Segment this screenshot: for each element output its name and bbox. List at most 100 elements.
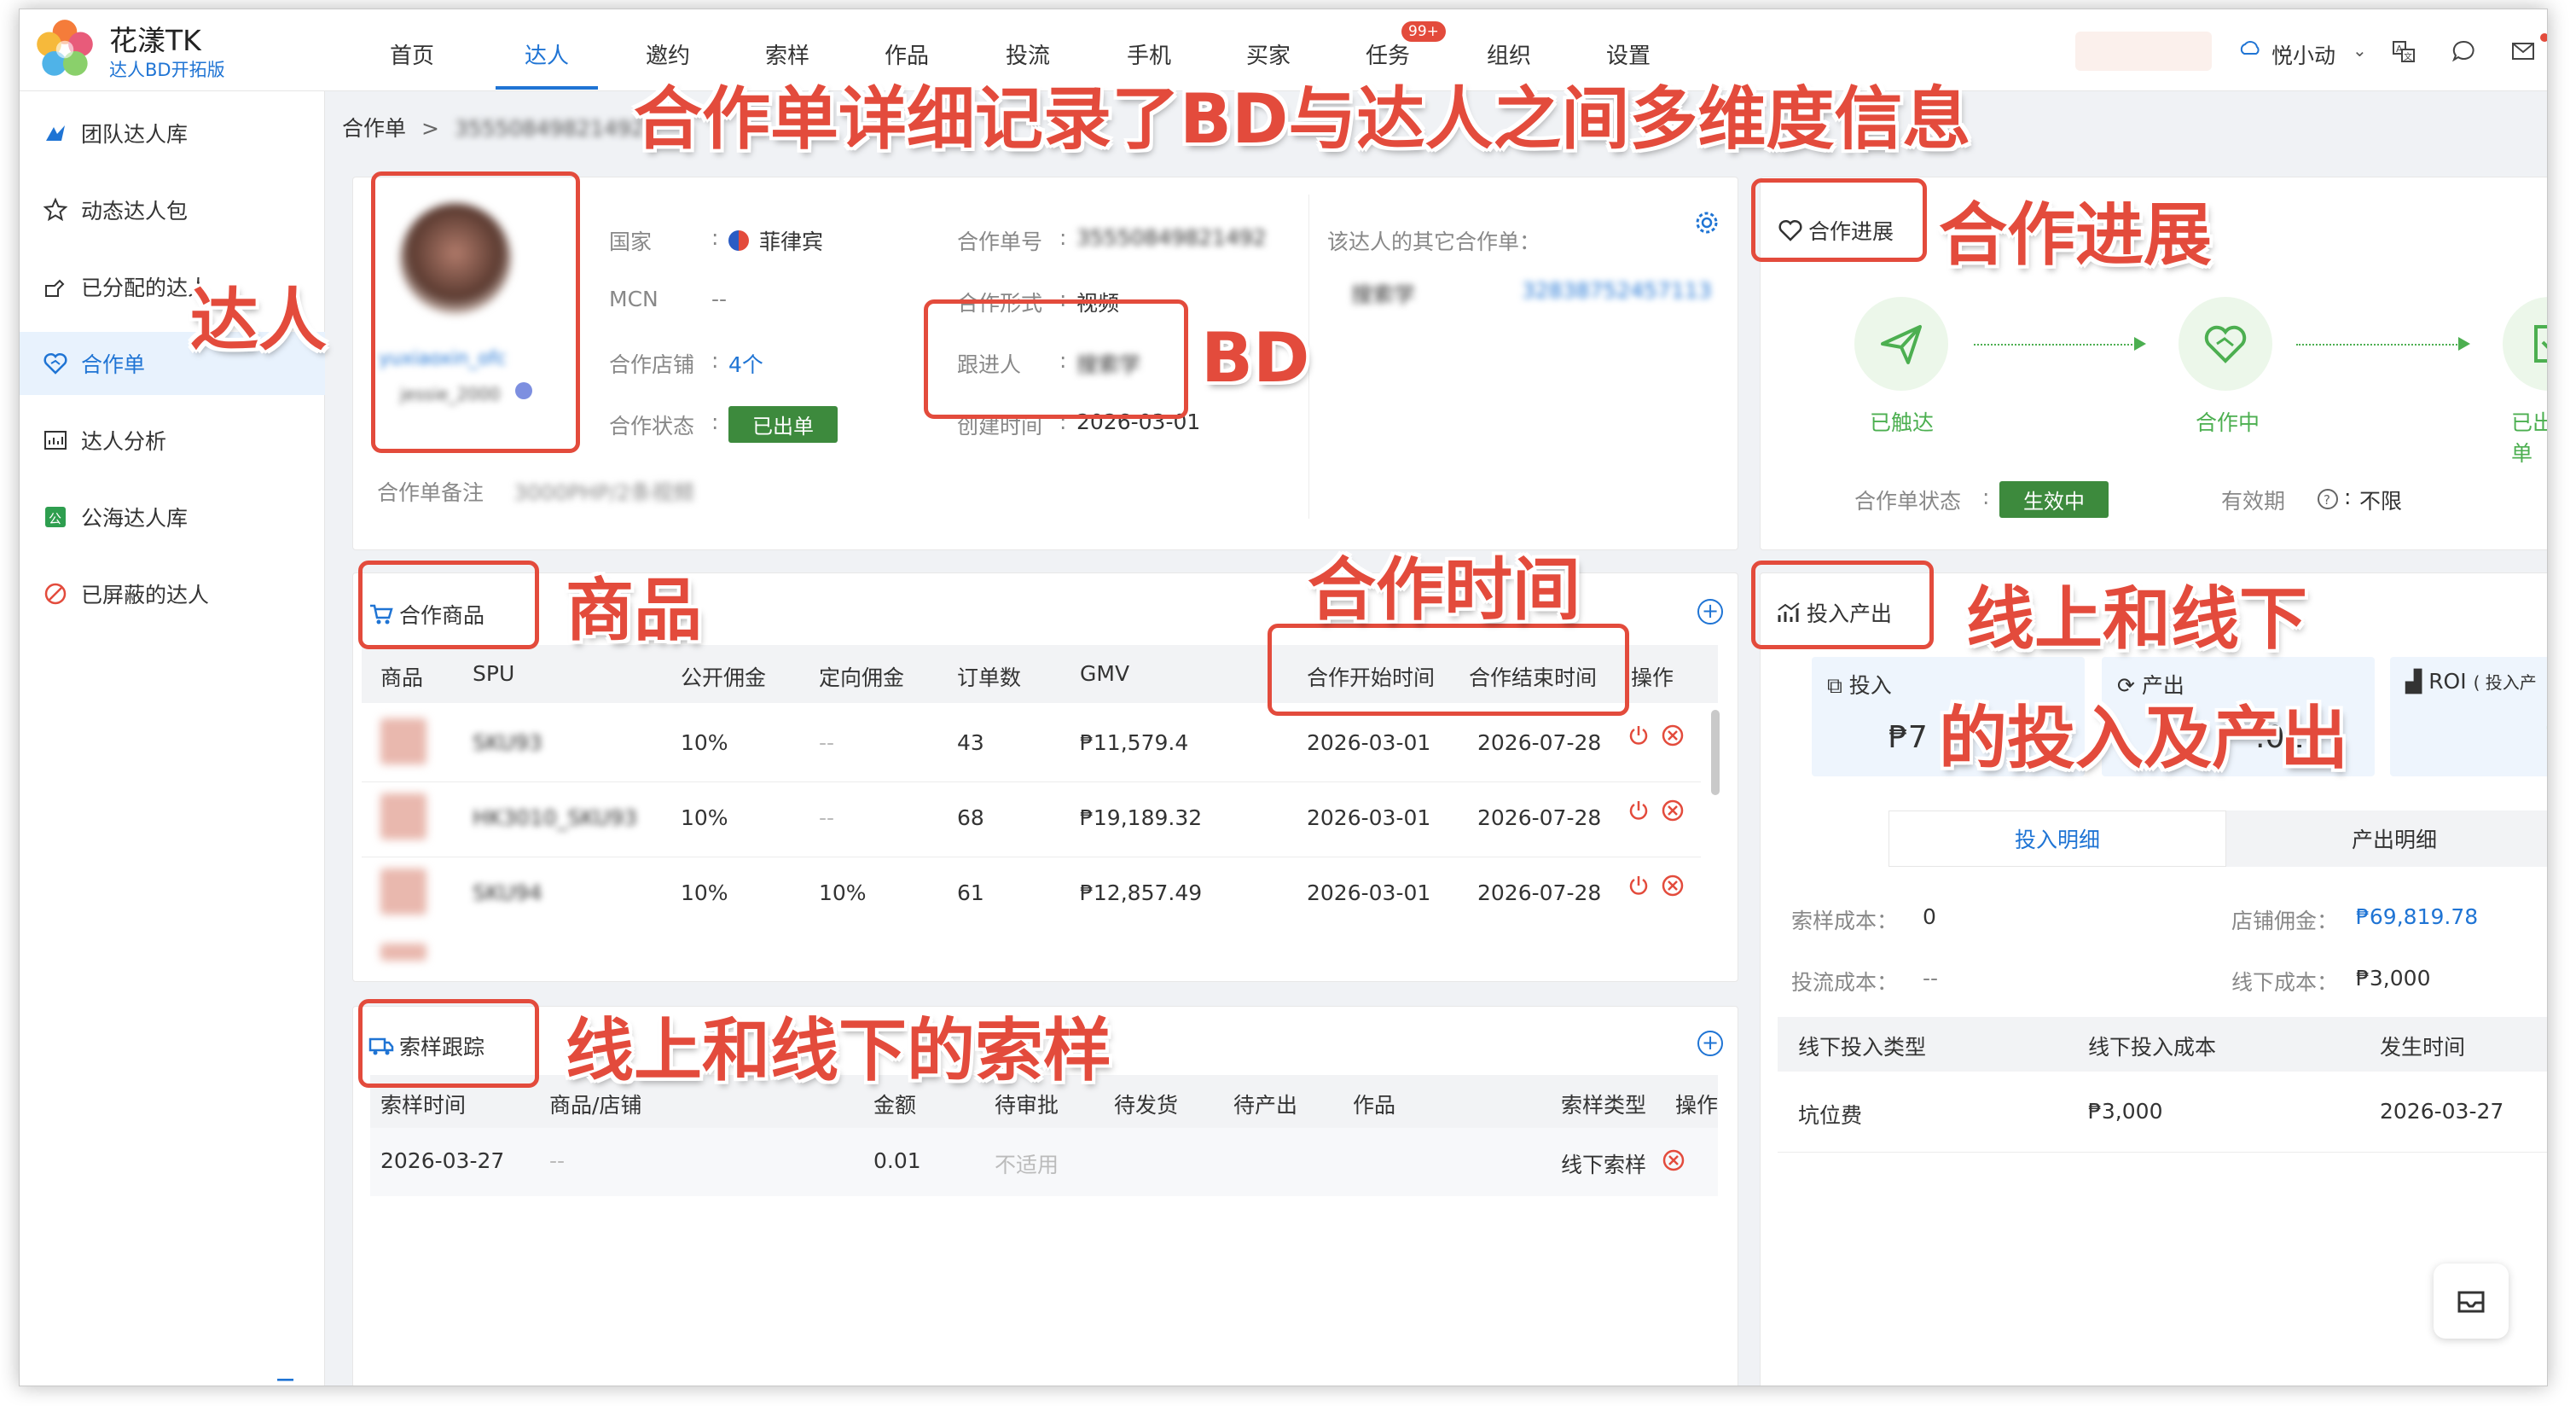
offline-cost-value: ₱3,000: [2356, 966, 2431, 991]
progress-status-label: 合作单状态: [1854, 489, 1962, 514]
shop-commission-value[interactable]: ₱69,819.78: [2356, 904, 2478, 929]
table-cell: 10%: [681, 880, 728, 905]
progress-status-badge: 生效中: [1999, 481, 2109, 518]
translate-icon[interactable]: A 文: [2391, 38, 2416, 64]
table-cell: 2026-03-27: [2380, 1099, 2504, 1124]
table-cell: 2026-03-01: [1307, 730, 1431, 755]
tab-input-detail[interactable]: 投入明细: [1888, 810, 2226, 867]
close-icon[interactable]: [1661, 723, 1685, 747]
order-no-label: 合作单号: [957, 229, 1043, 254]
sidebar-item-public-pool[interactable]: 公 公海达人库: [20, 485, 325, 549]
handshake-icon: [42, 350, 69, 377]
col-header: 索样时间: [380, 1093, 467, 1118]
step-cooperating: [2179, 297, 2272, 391]
sidebar-item-label: 合作单: [81, 352, 146, 377]
sidebar-item-dynamic-packs[interactable]: 动态达人包: [20, 178, 325, 241]
table-cell: SKU93: [473, 730, 542, 755]
user-cloud-icon: [2240, 41, 2260, 55]
sidebar-item-blocked[interactable]: 已屏蔽的达人: [20, 562, 325, 625]
help-icon[interactable]: ?: [2317, 488, 2339, 510]
tab-output-detail[interactable]: 产出明细: [2226, 810, 2547, 867]
col-header: 发生时间: [2380, 1035, 2466, 1060]
col-header: 公开佣金: [681, 665, 767, 690]
arrow-head-icon: [2134, 337, 2146, 351]
sidebar-item-team-creators[interactable]: 团队达人库: [20, 102, 325, 165]
power-icon[interactable]: [1627, 799, 1651, 822]
input-label-text: 投入: [1848, 673, 1892, 698]
product-thumbnail[interactable]: [380, 718, 426, 764]
table-cell: 2026-07-28: [1477, 880, 1602, 905]
orders-link[interactable]: 61: [957, 880, 984, 905]
product-thumbnail[interactable]: [380, 944, 426, 961]
other-order-name: 搜索学: [1351, 282, 1416, 307]
offline-cost-label: 线下成本：: [2231, 970, 2339, 995]
table-cell: 2026-07-28: [1477, 730, 1602, 755]
blurred-search-box[interactable]: [2075, 32, 2212, 71]
table-cell: ₱3,000: [2088, 1099, 2163, 1124]
add-sample-icon[interactable]: +: [1697, 1031, 1723, 1056]
orders-link[interactable]: 43: [957, 730, 984, 755]
input-value: ₱7: [1888, 720, 1928, 755]
mail-unread-dot: [2540, 33, 2547, 42]
table-scrollbar[interactable]: [1711, 710, 1720, 795]
table-cell: ₱19,189.32: [1080, 805, 1203, 830]
mail-icon[interactable]: [2510, 38, 2536, 64]
table-cell: 10%: [681, 730, 728, 755]
annotation-bd: BD: [1201, 318, 1310, 398]
sidebar-item-label: 达人分析: [81, 429, 167, 454]
table-cell: --: [819, 730, 835, 755]
power-icon[interactable]: [1627, 723, 1651, 747]
floating-inbox-button[interactable]: [2434, 1264, 2509, 1339]
handshake-heart-icon: [2204, 325, 2247, 363]
close-icon[interactable]: [1662, 1148, 1685, 1172]
annotation-box-bd: [924, 299, 1188, 419]
close-icon[interactable]: [1661, 874, 1685, 898]
annotation-creator: 达人: [190, 281, 327, 360]
table-cell: ₱11,579.4: [1080, 730, 1189, 755]
nav-active-indicator: [496, 86, 598, 90]
col-header: GMV: [1080, 661, 1130, 686]
sidebar-item-analysis[interactable]: 达人分析: [20, 409, 325, 472]
public-icon: 公: [42, 503, 69, 531]
col-header: 待产出: [1233, 1093, 1298, 1118]
annotation-box-creator: [371, 171, 580, 453]
table-cell: 2026-03-01: [1307, 805, 1431, 830]
country-label: 国家: [609, 229, 653, 254]
status-badge: 已出单: [728, 406, 838, 443]
annotation-box-io: [1751, 561, 1934, 649]
nav-home[interactable]: 首页: [390, 38, 434, 70]
collapse-sidebar-icon[interactable]: ☰: [276, 1375, 295, 1386]
sidebar-item-label: 动态达人包: [81, 199, 189, 224]
other-order-id-link[interactable]: 32838752457113: [1522, 278, 1712, 303]
shop-label: 合作店铺: [609, 352, 695, 377]
table-cell: 2026-03-27: [380, 1148, 505, 1173]
product-thumbnail[interactable]: [380, 793, 426, 840]
settings-gear-icon[interactable]: [1694, 210, 1720, 235]
nav-creators[interactable]: 达人: [525, 38, 569, 70]
shop-count-link[interactable]: 4个: [728, 348, 763, 379]
breadcrumb-root[interactable]: 合作单: [342, 116, 406, 141]
table-cell: HK3010_SKU93: [473, 805, 638, 830]
roi-stat: ▟ ROI ( 投入产 1: [2390, 657, 2547, 776]
app-window: 花漾TK 达人BD开拓版 首页 达人 邀约 索样 作品 投流 手机 买家 任务 …: [19, 9, 2548, 1386]
colon: :: [1982, 485, 1990, 509]
mcn-label: MCN: [609, 287, 659, 311]
row-divider: [1778, 1152, 2547, 1153]
chat-icon[interactable]: [2451, 38, 2476, 64]
sample-cost-label: 索样成本：: [1791, 909, 1899, 933]
orders-link[interactable]: 68: [957, 805, 984, 830]
user-name[interactable]: 悦小动: [2271, 39, 2335, 70]
validity-value: 不限: [2359, 489, 2403, 514]
roi-hint: ( 投入产: [2473, 672, 2537, 693]
other-orders-label: 该达人的其它合作单：: [1327, 229, 1541, 254]
step-reached: [1854, 297, 1948, 391]
power-icon[interactable]: [1627, 874, 1651, 898]
svg-text:文: 文: [2404, 51, 2412, 62]
add-product-icon[interactable]: +: [1697, 599, 1723, 625]
close-icon[interactable]: [1661, 799, 1685, 822]
chevron-down-icon[interactable]: ⌄: [2353, 40, 2367, 61]
col-header: 线下投入成本: [2088, 1035, 2217, 1060]
shop-commission-label: 店铺佣金：: [2231, 909, 2339, 933]
product-thumbnail[interactable]: [380, 869, 426, 915]
sidebar-item-label: 已屏蔽的达人: [81, 583, 210, 607]
